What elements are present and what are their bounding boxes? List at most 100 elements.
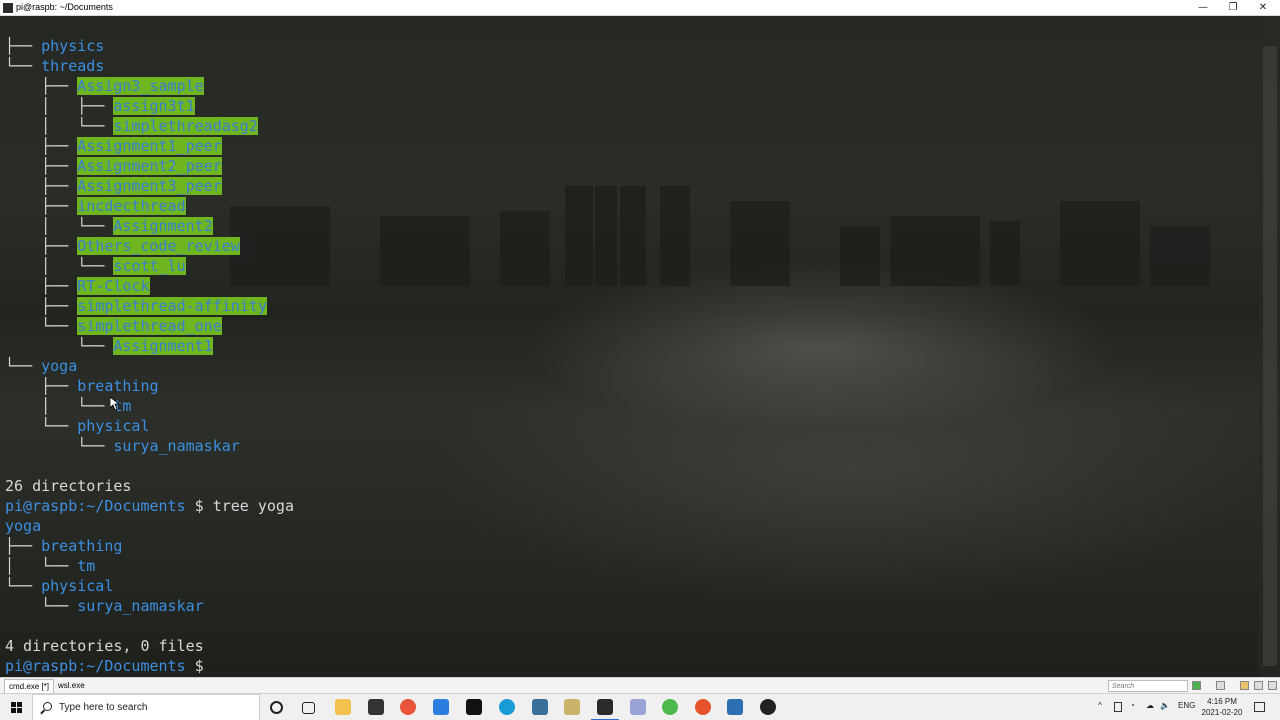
output-text: 26 directories xyxy=(5,477,132,495)
tree-branch: ├── xyxy=(5,157,78,175)
tree-branch: │ ├── xyxy=(5,97,114,115)
directory-name: Assignment2_peer xyxy=(77,157,222,175)
tab-search-input[interactable]: Search xyxy=(1108,680,1188,692)
tray-chevron-icon[interactable]: ^ xyxy=(1098,701,1102,710)
new-console-icon[interactable] xyxy=(1192,681,1201,690)
directory-name: Assignment2 xyxy=(113,217,213,235)
terminal-output[interactable]: ├── physics └── threads ├── Assign3_sampl… xyxy=(0,16,1280,677)
terminal-line: └── surya_namaskar xyxy=(5,436,240,456)
terminal-red-icon[interactable] xyxy=(466,699,482,715)
taskbar-search-placeholder: Type here to search xyxy=(59,702,148,713)
directory-name: simplethread-affinity xyxy=(77,297,267,315)
view-icon[interactable] xyxy=(1216,681,1225,690)
directory-name: yoga xyxy=(41,357,78,375)
battery-icon[interactable] xyxy=(1114,702,1122,712)
terminal-line: │ ├── assign3t1 xyxy=(5,96,195,116)
directory-name: Assign3_sample xyxy=(77,77,204,95)
window-title: pi@raspb: ~/Documents xyxy=(16,2,113,12)
tree-branch: └── xyxy=(5,57,42,75)
directory-name: breathing xyxy=(41,537,123,555)
maximize-button[interactable]: ❐ xyxy=(1218,0,1248,16)
git-icon[interactable] xyxy=(630,699,646,715)
cloud-icon[interactable]: ☁ xyxy=(1146,701,1154,710)
directory-name: simplethread_one xyxy=(77,317,222,335)
terminal-scrollbar[interactable] xyxy=(1258,16,1280,677)
start-button[interactable] xyxy=(0,694,32,720)
directory-name: Others_code_review xyxy=(77,237,240,255)
tree-branch: │ └── xyxy=(5,217,114,235)
store-icon[interactable] xyxy=(368,699,384,715)
window-titlebar[interactable]: pi@raspb: ~/Documents — ❐ ✕ xyxy=(0,0,1280,16)
volume-icon[interactable]: 🔈 xyxy=(1160,701,1170,710)
directory-name: physical xyxy=(77,417,150,435)
terminal-line: ├── physics xyxy=(5,36,104,56)
terminal-line: ├── simplethread-affinity xyxy=(5,296,267,316)
file-explorer-icon[interactable] xyxy=(335,699,351,715)
directory-name: surya_namaskar xyxy=(77,597,204,615)
notifications-icon[interactable] xyxy=(1254,702,1265,712)
photos-icon[interactable] xyxy=(727,699,743,715)
taskbar-clock[interactable]: 4:16 PM 2021-02-20 xyxy=(1198,696,1246,718)
tree-branch: ├── xyxy=(5,77,78,95)
directory-name: Assignment1 xyxy=(113,337,213,355)
prompt-command: $ tree yoga xyxy=(185,497,294,515)
directory-name: incdecthread xyxy=(77,197,186,215)
tree-branch: └── xyxy=(5,317,78,335)
terminal-line: ├── RT-Clock xyxy=(5,276,150,296)
tree-branch: ├── xyxy=(5,137,78,155)
terminal-line: pi@raspb:~/Documents $ tree yoga xyxy=(5,496,294,516)
directory-name: RT-Clock xyxy=(77,277,150,295)
directory-name: yoga xyxy=(5,517,42,535)
lock-icon[interactable] xyxy=(1240,681,1249,690)
terminal-line: └── surya_namaskar xyxy=(5,596,204,616)
tab-cmd[interactable]: cmd.exe [*] xyxy=(4,679,55,693)
scrollbar-thumb[interactable] xyxy=(1263,46,1277,666)
ubuntu-icon[interactable] xyxy=(695,699,711,715)
app-p-icon[interactable] xyxy=(433,699,449,715)
terminal-line: └── physical xyxy=(5,416,150,436)
terminal-line: ├── breathing xyxy=(5,536,122,556)
output-text: 4 directories, 0 files xyxy=(5,637,204,655)
terminal-line: ├── Assign3_sample xyxy=(5,76,204,96)
clock-date: 2021-02-20 xyxy=(1201,708,1243,717)
obs-icon[interactable] xyxy=(760,699,776,715)
tree-branch: │ └── xyxy=(5,557,78,575)
windows-logo-icon xyxy=(11,702,22,713)
edge-icon[interactable] xyxy=(499,699,515,715)
cortana-icon[interactable] xyxy=(270,701,283,714)
firefox-icon[interactable] xyxy=(400,699,416,715)
tools-icon[interactable] xyxy=(564,699,580,715)
task-view-icon[interactable] xyxy=(302,702,315,714)
terminal-line: └── Assignment1 xyxy=(5,336,213,356)
tree-branch: │ └── xyxy=(5,257,114,275)
tree-branch: ├── xyxy=(5,37,42,55)
minimize-button[interactable]: — xyxy=(1188,0,1218,16)
green-app-icon[interactable] xyxy=(662,699,678,715)
directory-name: tm xyxy=(77,557,96,575)
tree-branch: └── xyxy=(5,417,78,435)
directory-name: surya_namaskar xyxy=(113,437,240,455)
terminal-line: ├── incdecthread xyxy=(5,196,186,216)
tab-wsl[interactable]: wsl.exe xyxy=(54,679,89,693)
prompt-command: $ xyxy=(185,657,213,675)
monitor-icon[interactable] xyxy=(532,699,548,715)
directory-name: threads xyxy=(41,57,105,75)
split-icon[interactable] xyxy=(1254,681,1263,690)
terminal-line: 26 directories xyxy=(5,476,131,496)
clock-time: 4:16 PM xyxy=(1207,697,1237,706)
terminal-line: └── yoga xyxy=(5,356,77,376)
menu-icon[interactable] xyxy=(1268,681,1277,690)
terminal-line: ├── Assignment3_peer xyxy=(5,176,222,196)
terminal-line: ├── Assignment1_peer xyxy=(5,136,222,156)
directory-name: Assignment3_peer xyxy=(77,177,222,195)
close-button[interactable]: ✕ xyxy=(1248,0,1278,16)
language-indicator[interactable]: ENG xyxy=(1178,701,1195,710)
network-icon[interactable]: ◔ xyxy=(1130,701,1135,710)
background-skyline-image xyxy=(230,186,1210,286)
terminal-line: pi@raspb:~/Documents $ xyxy=(5,656,213,676)
tree-branch: └── xyxy=(5,597,78,615)
console-taskbar-icon[interactable] xyxy=(591,699,619,720)
directory-name: assign3t1 xyxy=(113,97,195,115)
taskbar-search-box[interactable]: Type here to search xyxy=(32,694,260,720)
directory-name: breathing xyxy=(77,377,159,395)
